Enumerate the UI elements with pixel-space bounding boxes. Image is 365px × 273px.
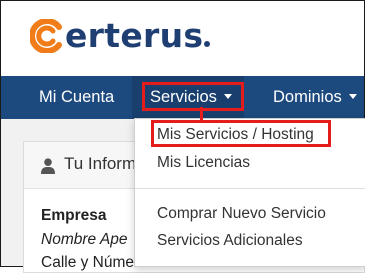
site-header: erterus — [1, 1, 364, 76]
address-line: Calle y Número — [41, 254, 148, 271]
nav-item-label: Mi Cuenta — [39, 88, 115, 106]
menu-item-servicios-adicionales[interactable]: Servicios Adicionales — [157, 232, 303, 250]
menu-item-mis-licencias[interactable]: Mis Licencias — [157, 154, 250, 172]
logo-c-mark-icon — [30, 19, 64, 53]
certerus-logo[interactable]: erterus — [30, 16, 211, 55]
chevron-down-icon — [348, 94, 357, 100]
logo-dot — [204, 41, 211, 47]
menu-divider — [135, 188, 365, 189]
nav-item-mi-cuenta[interactable]: Mi Cuenta — [39, 76, 114, 119]
highlight-box-mis-servicios — [151, 120, 331, 147]
nav-item-label: Dominios — [273, 88, 342, 106]
name-line: Nombre Ape — [41, 231, 128, 248]
logo-text: erterus — [65, 16, 204, 55]
highlight-box-servicios — [142, 82, 244, 111]
panel-title: Tu Inform — [64, 154, 137, 173]
company-label: Empresa — [41, 207, 107, 224]
nav-item-dominios[interactable]: Dominios — [273, 76, 357, 119]
user-icon — [41, 158, 55, 174]
menu-item-comprar-nuevo-servicio[interactable]: Comprar Nuevo Servicio — [157, 205, 326, 223]
